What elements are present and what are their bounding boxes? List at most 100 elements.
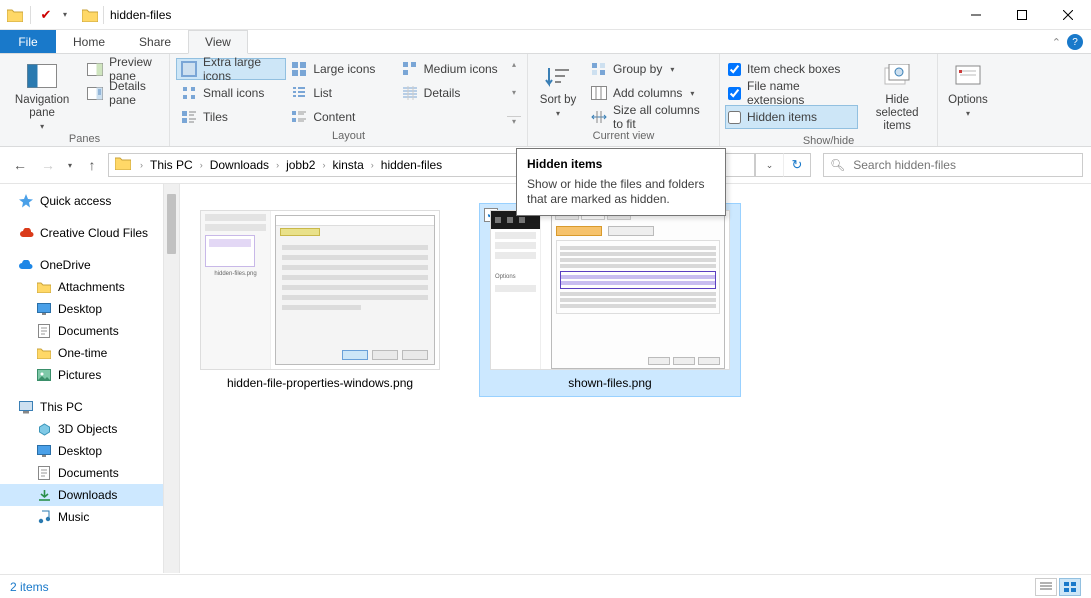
qat-properties-icon[interactable]: ✔ [35,4,57,26]
tree-pc-3d-objects[interactable]: 3D Objects [0,418,179,440]
tooltip: Hidden items Show or hide the files and … [516,148,726,216]
small-icons-icon [181,85,197,101]
address-dropdown[interactable]: ⌄ [755,153,783,177]
qat-dropdown-icon[interactable]: ▾ [59,10,71,19]
layout-scroll-down-icon[interactable]: ▾ [507,88,521,97]
group-layout: Extra large icons Small icons Tiles Larg… [170,54,528,146]
layout-tiles-button[interactable]: Tiles [176,106,286,128]
expand-ribbon-icon[interactable]: ⌃ [1052,36,1061,49]
options-label: Options [948,94,988,107]
view-details-button[interactable] [1035,578,1057,596]
layout-list-button[interactable]: List [286,82,396,104]
layout-tiles-label: Tiles [203,110,228,124]
navigation-tree[interactable]: Quick access Creative Cloud Files OneDri… [0,184,180,573]
tree-pc-music[interactable]: Music [0,506,179,528]
app-icon[interactable] [4,4,26,26]
hidden-items-checkbox[interactable] [728,111,741,124]
tree-pc-desktop[interactable]: Desktop [0,440,179,462]
tree-onedrive-documents[interactable]: Documents [0,320,179,342]
close-button[interactable] [1045,0,1091,30]
search-input[interactable] [853,158,1076,172]
navigation-pane-button[interactable]: Navigation pane ▾ [6,58,78,133]
layout-content-label: Content [313,110,355,124]
tree-this-pc[interactable]: This PC [0,396,179,418]
tab-share[interactable]: Share [122,30,188,54]
view-thumbnails-button[interactable] [1059,578,1081,596]
maximize-button[interactable] [999,0,1045,30]
size-columns-button[interactable]: Size all columns to fit [586,106,713,128]
tree-onedrive-desktop[interactable]: Desktop [0,298,179,320]
window-title: hidden-files [106,8,171,22]
group-by-button[interactable]: Group by ▾ [586,58,713,80]
tab-home[interactable]: Home [56,30,122,54]
chevron-down-icon: ▾ [556,109,560,118]
tree-onedrive-onetime[interactable]: One-time [0,342,179,364]
minimize-button[interactable] [953,0,999,30]
item-check-boxes-toggle[interactable]: Item check boxes [726,58,857,80]
breadcrumb-this-pc[interactable]: This PC [146,154,197,176]
tiles-icon [181,109,197,125]
cloud-icon [18,257,34,273]
file-name-extensions-label: File name extensions [747,79,855,107]
layout-large-button[interactable]: Large icons [286,58,396,80]
layout-small-button[interactable]: Small icons [176,82,286,104]
documents-icon [36,465,52,481]
hide-selected-button[interactable]: Hide selected items [863,58,931,135]
help-icon[interactable]: ? [1067,34,1083,50]
layout-more-icon[interactable]: ▾ [507,116,521,126]
layout-extra-large-button[interactable]: Extra large icons [176,58,286,80]
file-name-extensions-toggle[interactable]: File name extensions [726,82,857,104]
layout-medium-button[interactable]: Medium icons [397,58,507,80]
large-icons-icon [291,61,307,77]
tree-item-label: One-time [58,346,107,360]
group-panes: Navigation pane ▾ Preview pane Details p… [0,54,170,146]
chevron-right-icon[interactable]: › [197,160,206,170]
breadcrumb-downloads[interactable]: Downloads [206,154,273,176]
sort-by-button[interactable]: Sort by ▾ [534,58,582,120]
file-item[interactable]: ✔ Options [480,204,740,396]
add-columns-button[interactable]: Add columns ▾ [586,82,713,104]
options-button[interactable]: Options ▾ [944,58,992,120]
back-button[interactable]: ← [8,153,32,177]
ribbon: Navigation pane ▾ Preview pane Details p… [0,53,1091,147]
refresh-button[interactable]: ↻ [783,153,811,177]
tab-view[interactable]: View [188,30,248,54]
details-pane-button[interactable]: Details pane [82,82,163,104]
tree-pc-documents[interactable]: Documents [0,462,179,484]
breadcrumb-jobb2[interactable]: jobb2 [282,154,319,176]
file-name: shown-files.png [568,376,651,390]
tooltip-body: Show or hide the files and folders that … [527,177,715,207]
layout-content-button[interactable]: Content [286,106,396,128]
chevron-right-icon[interactable]: › [273,160,282,170]
file-list[interactable]: hidden-files.png hidden-file-properties-… [180,184,1091,573]
tree-creative-cloud[interactable]: Creative Cloud Files [0,222,179,244]
layout-details-button[interactable]: Details [397,82,507,104]
tree-onedrive-attachments[interactable]: Attachments [0,276,179,298]
layout-scroll-up-icon[interactable]: ▴ [507,60,521,69]
chevron-right-icon[interactable]: › [368,160,377,170]
hidden-items-toggle[interactable]: Hidden items [726,106,857,128]
chevron-right-icon[interactable]: › [137,160,146,170]
preview-pane-button[interactable]: Preview pane [82,58,163,80]
item-check-boxes-checkbox[interactable] [728,63,741,76]
group-current-view: Sort by ▾ Group by ▾ Add columns ▾ Size … [528,54,720,146]
scrollbar[interactable] [163,184,179,573]
tree-onedrive[interactable]: OneDrive [0,254,179,276]
tree-onedrive-pictures[interactable]: Pictures [0,364,179,386]
breadcrumb-hidden-files[interactable]: hidden-files [377,154,446,176]
downloads-icon [36,487,52,503]
tree-pc-downloads[interactable]: Downloads [0,484,179,506]
tree-quick-access[interactable]: Quick access [0,190,179,212]
3d-objects-icon [36,421,52,437]
breadcrumb-kinsta[interactable]: kinsta [328,154,367,176]
up-button[interactable]: ↑ [80,153,104,177]
forward-button[interactable]: → [36,153,60,177]
folder-icon [36,279,52,295]
file-name-extensions-checkbox[interactable] [728,87,741,100]
scrollbar-thumb[interactable] [167,194,176,254]
file-item[interactable]: hidden-files.png hidden-file-properties-… [190,204,450,396]
chevron-right-icon[interactable]: › [319,160,328,170]
tab-file[interactable]: File [0,30,56,54]
history-dropdown[interactable]: ▾ [64,161,76,170]
search-box[interactable]: 🔍︎ [823,153,1083,177]
